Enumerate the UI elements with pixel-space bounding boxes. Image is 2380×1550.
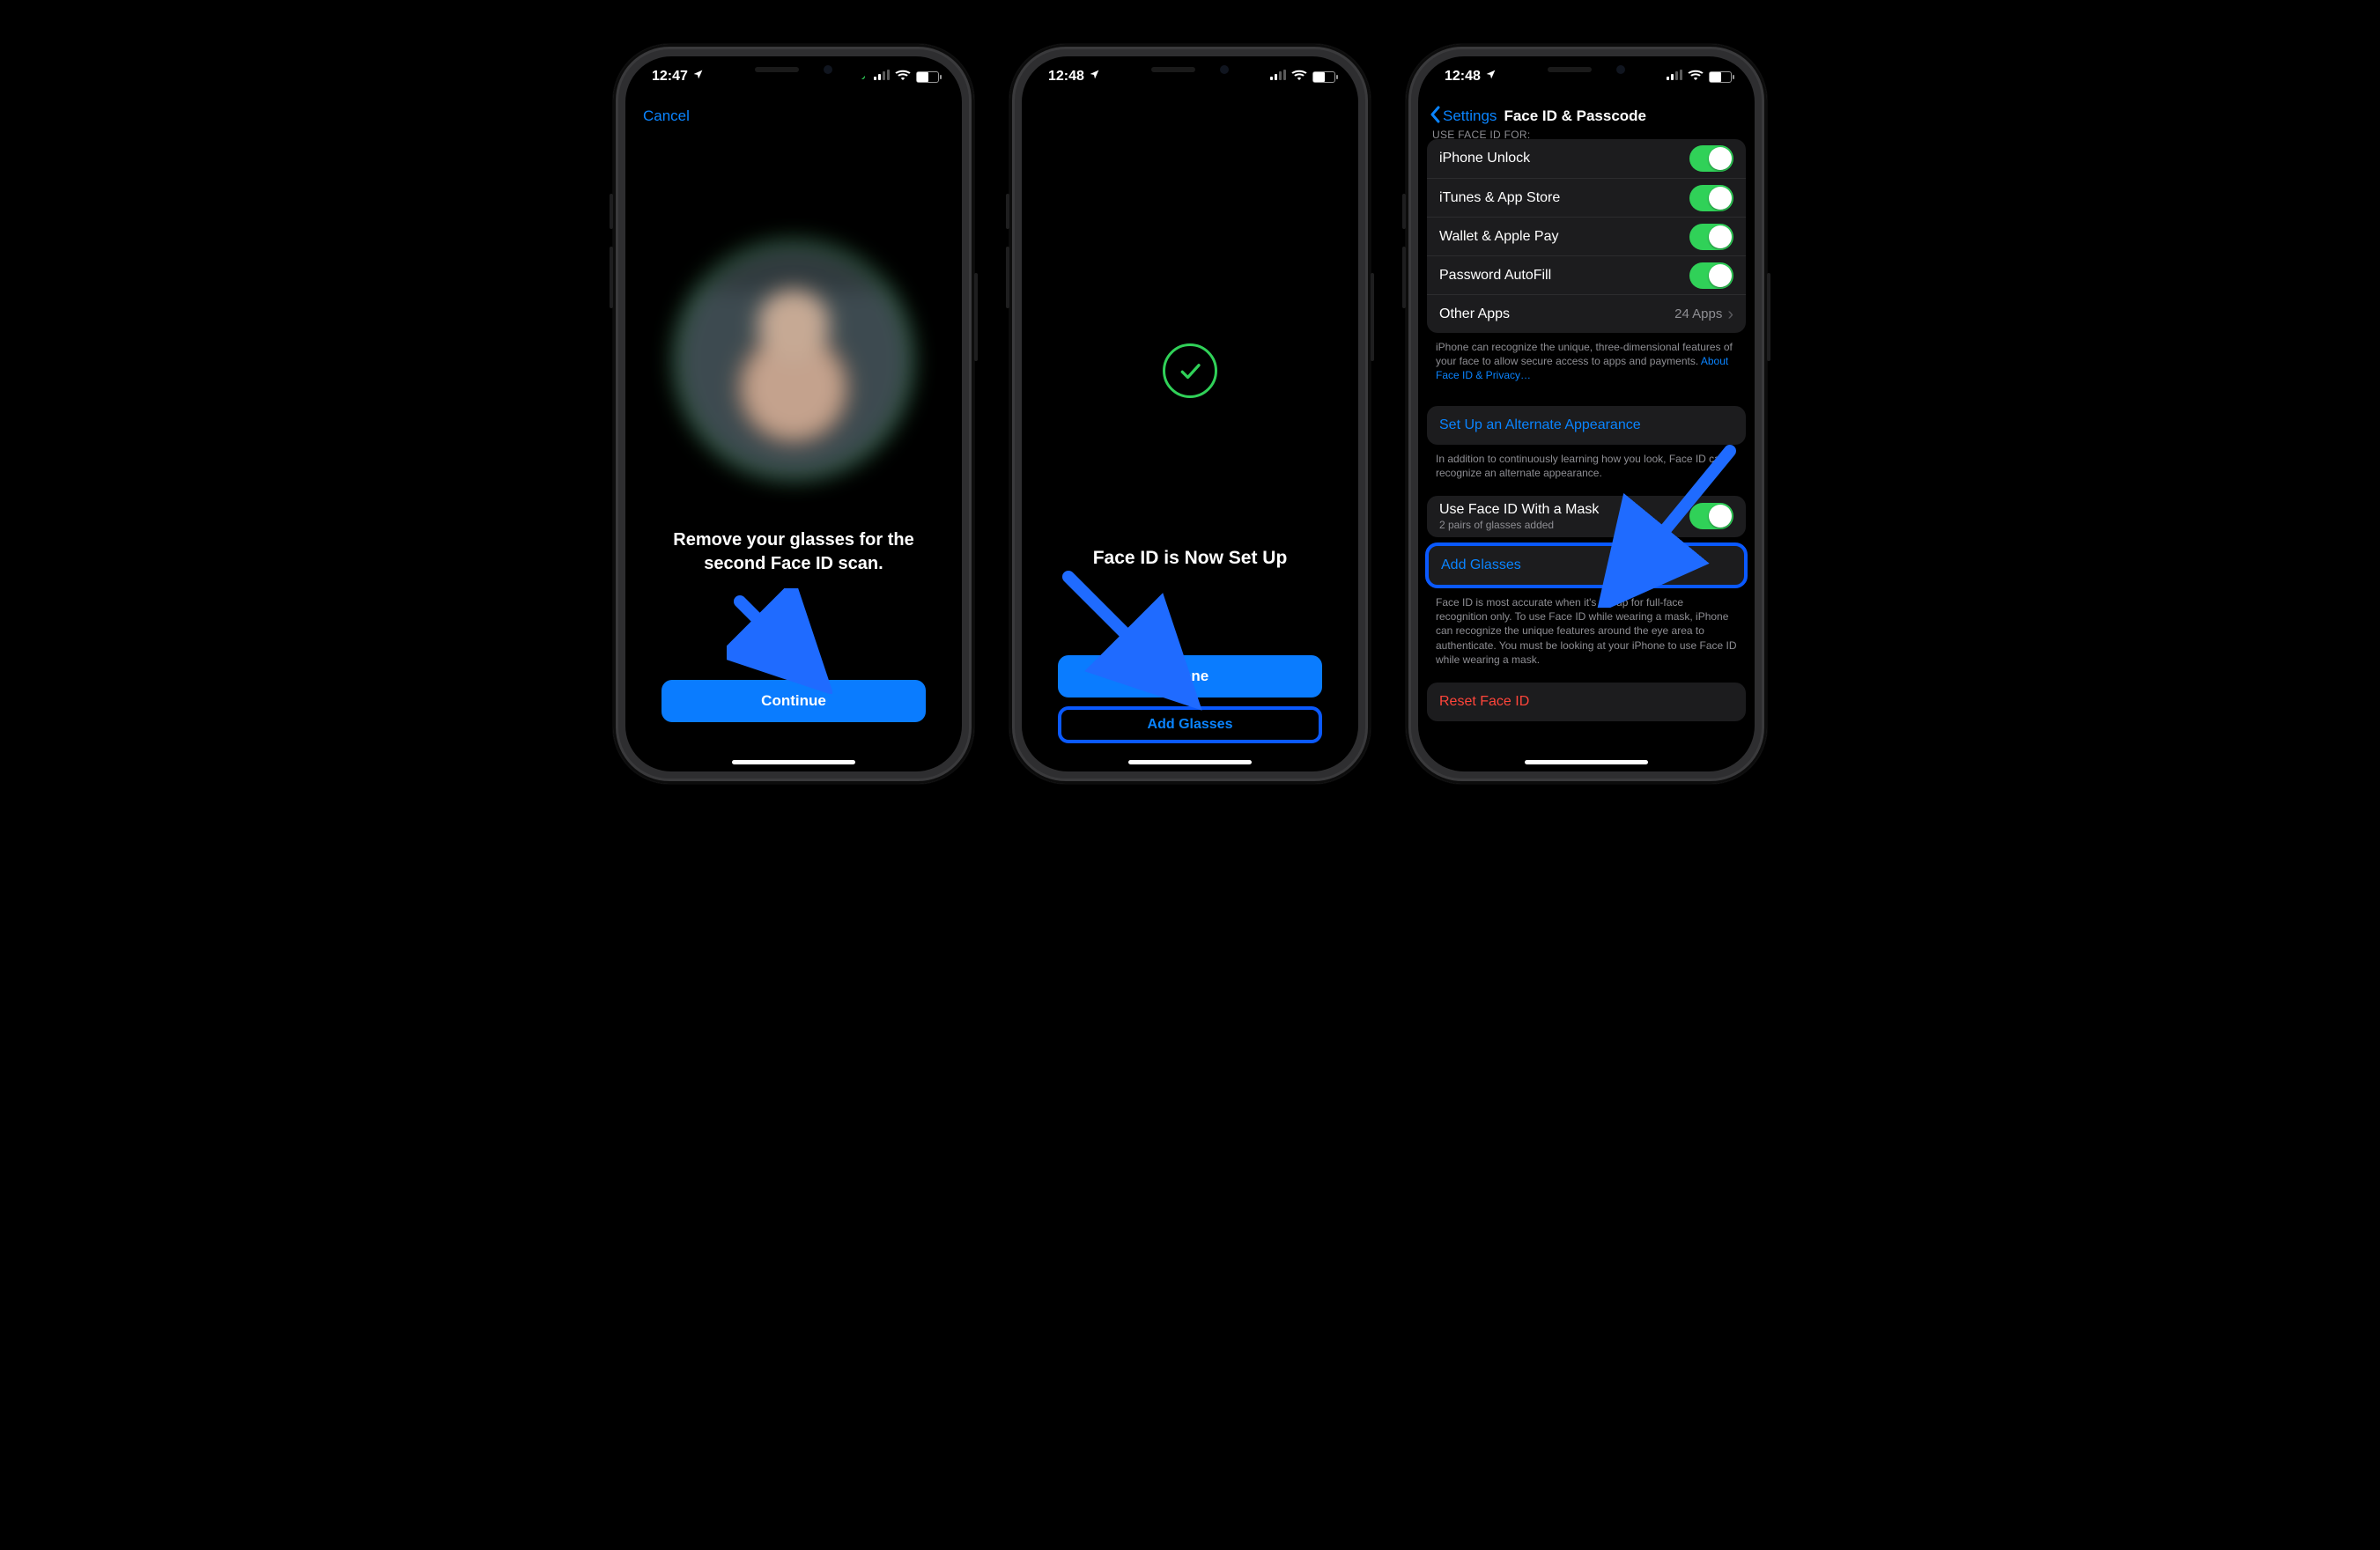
home-indicator[interactable] [1128, 760, 1252, 764]
row-add-glasses-highlight: Add Glasses [1425, 542, 1748, 588]
list-faceid-mask: Use Face ID With a Mask 2 pairs of glass… [1427, 496, 1746, 537]
back-label: Settings [1443, 107, 1497, 125]
battery-icon [1312, 71, 1335, 83]
location-icon [1089, 69, 1100, 85]
face-scan-circle [675, 241, 913, 479]
notch [719, 56, 868, 83]
status-time: 12:47 [652, 69, 688, 85]
wifi-icon [1291, 69, 1307, 85]
screen-3: 12:48 Setti [1418, 56, 1755, 771]
status-time: 12:48 [1048, 69, 1084, 85]
desc-alternate-appearance: In addition to continuously learning how… [1418, 445, 1755, 480]
battery-icon [1709, 71, 1732, 83]
notch [1512, 56, 1661, 83]
toggle-iphone-unlock[interactable] [1689, 145, 1733, 172]
row-reset-faceid[interactable]: Reset Face ID [1427, 683, 1746, 721]
success-check-icon [1163, 343, 1217, 398]
done-button[interactable]: Done [1058, 655, 1322, 698]
row-other-apps[interactable]: Other Apps 24 Apps › [1427, 294, 1746, 333]
cancel-button[interactable]: Cancel [643, 107, 690, 125]
status-time: 12:48 [1445, 69, 1481, 85]
annotation-arrow [727, 588, 832, 694]
list-alternate-appearance: Set Up an Alternate Appearance [1427, 406, 1746, 445]
screen-2: 12:48 Face ID is Now Se [1022, 56, 1358, 771]
section-header-use-faceid: USE FACE ID FOR: [1418, 129, 1755, 139]
add-glasses-button[interactable]: Add Glasses [1058, 706, 1322, 743]
toggle-faceid-mask[interactable] [1689, 503, 1733, 529]
battery-icon [916, 71, 939, 83]
iphone-mock-3: 12:48 Setti [1406, 44, 1767, 784]
notch [1115, 56, 1265, 83]
list-reset: Reset Face ID [1427, 683, 1746, 721]
toggle-itunes[interactable] [1689, 185, 1733, 211]
row-itunes-appstore[interactable]: iTunes & App Store [1427, 178, 1746, 217]
location-icon [692, 69, 704, 85]
row-iphone-unlock[interactable]: iPhone Unlock [1427, 139, 1746, 178]
nav-title: Face ID & Passcode [1504, 107, 1744, 125]
home-indicator[interactable] [732, 760, 855, 764]
cellular-icon [874, 69, 890, 85]
desc-faceid-mask: Face ID is most accurate when it's set u… [1418, 588, 1755, 667]
wifi-icon [895, 69, 911, 85]
row-faceid-mask[interactable]: Use Face ID With a Mask 2 pairs of glass… [1427, 496, 1746, 537]
location-icon [1485, 69, 1497, 85]
home-indicator[interactable] [1525, 760, 1648, 764]
toggle-wallet[interactable] [1689, 224, 1733, 250]
wifi-icon [1688, 69, 1704, 85]
row-wallet-applepay[interactable]: Wallet & Apple Pay [1427, 217, 1746, 255]
cellular-icon [1270, 69, 1286, 85]
row-password-autofill[interactable]: Password AutoFill [1427, 255, 1746, 294]
instruction-text: Remove your glasses for the second Face … [625, 528, 962, 576]
setup-complete-title: Face ID is Now Set Up [1022, 548, 1358, 569]
back-button[interactable]: Settings [1429, 106, 1497, 128]
toggle-autofill[interactable] [1689, 262, 1733, 289]
continue-button[interactable]: Continue [662, 680, 926, 722]
mask-subtitle: 2 pairs of glasses added [1439, 519, 1689, 531]
iphone-mock-1: 12:47 Cancel Remo [613, 44, 974, 784]
other-apps-count: 24 Apps [1674, 306, 1722, 321]
row-alternate-appearance[interactable]: Set Up an Alternate Appearance [1427, 406, 1746, 445]
screen-1: 12:47 Cancel Remo [625, 56, 962, 771]
iphone-mock-2: 12:48 Face ID is Now Se [1009, 44, 1371, 784]
cellular-icon [1667, 69, 1682, 85]
chevron-left-icon [1429, 106, 1441, 128]
row-add-glasses[interactable]: Add Glasses [1429, 546, 1744, 585]
list-use-faceid: iPhone Unlock iTunes & App Store Wallet … [1427, 139, 1746, 333]
desc-faceid-privacy: iPhone can recognize the unique, three-d… [1418, 333, 1755, 383]
